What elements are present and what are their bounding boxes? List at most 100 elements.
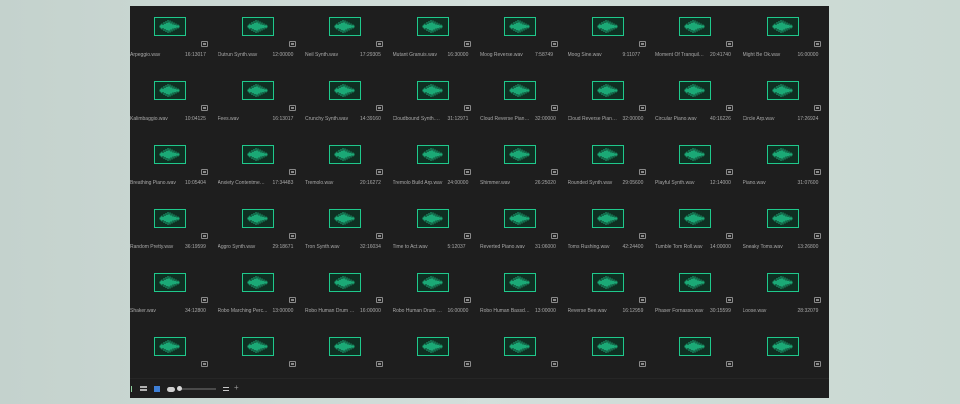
media-clip[interactable]: Tremolo Build Arp.wav 24:00000 bbox=[393, 134, 481, 198]
media-clip[interactable]: Robo Marching Perc... 13:00000 bbox=[218, 262, 306, 326]
media-clip[interactable]: Random Pretty.wav 36:19599 bbox=[130, 198, 218, 262]
waveform-thumbnail[interactable] bbox=[329, 209, 361, 228]
waveform-thumbnail[interactable] bbox=[591, 81, 624, 100]
media-clip[interactable]: Moog Reverse.wav 7:58749 bbox=[480, 6, 568, 70]
media-clip[interactable]: Time to Act.wav 5:12037 bbox=[393, 198, 481, 262]
waveform-thumbnail[interactable] bbox=[329, 81, 361, 100]
new-bin-icon[interactable]: + bbox=[234, 383, 239, 392]
waveform-thumbnail[interactable] bbox=[766, 145, 799, 164]
media-clip[interactable]: Playful Synth.wav 12:14000 bbox=[655, 134, 743, 198]
media-clip[interactable]: Loose.wav 28:32079 bbox=[743, 262, 830, 326]
waveform-thumbnail[interactable] bbox=[766, 81, 799, 100]
thumbnail-zoom-slider[interactable] bbox=[177, 386, 216, 391]
media-clip[interactable]: Robo Human Bassdr... 13:00000 bbox=[480, 262, 568, 326]
waveform-thumbnail[interactable] bbox=[679, 81, 711, 100]
media-clip[interactable]: Circular Piano.wav 40:16226 bbox=[655, 70, 743, 134]
media-clip[interactable]: Cloud Reverse Piano 2... 32:00000 bbox=[568, 70, 656, 134]
waveform-thumbnail[interactable] bbox=[504, 209, 536, 228]
media-clip[interactable]: Reverse Bee.wav 16:12959 bbox=[568, 262, 656, 326]
media-clip[interactable]: Neil Synth.wav 17:29305 bbox=[305, 6, 393, 70]
waveform-thumbnail[interactable] bbox=[766, 273, 799, 292]
waveform-thumbnail[interactable] bbox=[591, 337, 624, 356]
media-clip[interactable]: Shimmer.wav 26:25020 bbox=[480, 134, 568, 198]
media-clip[interactable]: Shaker.wav 34:12800 bbox=[130, 262, 218, 326]
waveform-icon bbox=[597, 148, 617, 161]
waveform-thumbnail[interactable] bbox=[154, 209, 186, 228]
waveform-thumbnail[interactable] bbox=[329, 17, 361, 36]
waveform-thumbnail[interactable] bbox=[241, 209, 274, 228]
waveform-thumbnail[interactable] bbox=[241, 337, 274, 356]
media-clip[interactable]: Aggro Synth.wav 29:18671 bbox=[218, 198, 306, 262]
media-clip[interactable]: Might Be Ok.wav 16:00000 bbox=[743, 6, 830, 70]
sort-icon[interactable] bbox=[167, 387, 175, 392]
media-clip[interactable]: Tremolo.wav 20:16272 bbox=[305, 134, 393, 198]
waveform-thumbnail[interactable] bbox=[241, 145, 274, 164]
waveform-thumbnail[interactable] bbox=[329, 337, 361, 356]
media-clip[interactable]: Kalimbaggio.wav 10:04125 bbox=[130, 70, 218, 134]
list-view-icon[interactable] bbox=[131, 386, 137, 392]
waveform-icon bbox=[772, 84, 792, 97]
waveform-thumbnail[interactable] bbox=[591, 273, 624, 292]
media-clip[interactable]: Mutant Granuis.wav 16:30000 bbox=[393, 6, 481, 70]
audio-type-icon bbox=[638, 233, 646, 239]
waveform-thumbnail[interactable] bbox=[766, 209, 799, 228]
waveform-thumbnail[interactable] bbox=[154, 145, 186, 164]
waveform-thumbnail[interactable] bbox=[766, 337, 799, 356]
media-clip[interactable]: Outrun Synth.wav 12:00000 bbox=[218, 6, 306, 70]
media-clip[interactable]: Crunchy Synth.wav 14:39160 bbox=[305, 70, 393, 134]
waveform-thumbnail[interactable] bbox=[504, 17, 536, 36]
media-clip[interactable]: Piano.wav 31:07600 bbox=[743, 134, 830, 198]
waveform-thumbnail[interactable] bbox=[416, 273, 449, 292]
waveform-thumbnail[interactable] bbox=[416, 337, 449, 356]
media-clip[interactable]: Robo Human Drum B... 16:00000 bbox=[393, 262, 481, 326]
freeform-view-icon[interactable] bbox=[154, 386, 160, 392]
waveform-thumbnail[interactable] bbox=[591, 209, 624, 228]
waveform-thumbnail[interactable] bbox=[766, 17, 799, 36]
media-clip[interactable]: Fees.wav 16:13017 bbox=[218, 70, 306, 134]
media-clip[interactable]: Reverted Piano.wav 31:06000 bbox=[480, 198, 568, 262]
audio-type-icon bbox=[376, 233, 383, 239]
waveform-thumbnail[interactable] bbox=[154, 337, 186, 356]
waveform-thumbnail[interactable] bbox=[679, 17, 711, 36]
media-clip[interactable]: Robo Human Drum S... 16:00000 bbox=[305, 262, 393, 326]
waveform-thumbnail[interactable] bbox=[416, 81, 449, 100]
meta-icon[interactable] bbox=[223, 386, 229, 392]
media-clip[interactable]: Breathing Piano.wav 10:05404 bbox=[130, 134, 218, 198]
waveform-thumbnail[interactable] bbox=[416, 209, 449, 228]
waveform-thumbnail[interactable] bbox=[504, 145, 536, 164]
media-clip[interactable]: Circle Arp.wav 17:26924 bbox=[743, 70, 830, 134]
media-clip[interactable]: Anxiety Contentment... 17:34483 bbox=[218, 134, 306, 198]
waveform-thumbnail[interactable] bbox=[504, 337, 536, 356]
media-clip[interactable]: Sneaky Toms.wav 13:26800 bbox=[743, 198, 830, 262]
media-clip[interactable]: Cloudbound Synth.wav 31:12971 bbox=[393, 70, 481, 134]
waveform-thumbnail[interactable] bbox=[591, 145, 624, 164]
waveform-thumbnail[interactable] bbox=[241, 17, 274, 36]
waveform-thumbnail[interactable] bbox=[679, 337, 711, 356]
waveform-thumbnail[interactable] bbox=[679, 273, 711, 292]
media-clip[interactable]: Toms Rushing.wav 42:24400 bbox=[568, 198, 656, 262]
waveform-thumbnail[interactable] bbox=[591, 17, 624, 36]
waveform-thumbnail[interactable] bbox=[154, 273, 186, 292]
waveform-thumbnail[interactable] bbox=[241, 81, 274, 100]
waveform-thumbnail[interactable] bbox=[329, 145, 361, 164]
waveform-thumbnail[interactable] bbox=[416, 17, 449, 36]
icon-view-icon[interactable] bbox=[140, 386, 147, 392]
media-clip[interactable]: Arpeggio.wav 16:13017 bbox=[130, 6, 218, 70]
media-clip[interactable]: Moog Sine.wav 9:11077 bbox=[568, 6, 656, 70]
media-clip[interactable]: Phaser Fornasso.wav 30:15599 bbox=[655, 262, 743, 326]
waveform-thumbnail[interactable] bbox=[679, 145, 711, 164]
media-clip[interactable]: Moment Of Tranquility.... 20:41740 bbox=[655, 6, 743, 70]
waveform-thumbnail[interactable] bbox=[329, 273, 361, 292]
media-clip[interactable]: Cloud Reverse Piano... 32:00000 bbox=[480, 70, 568, 134]
zoom-slider-handle[interactable] bbox=[177, 386, 182, 391]
media-clip[interactable]: Tron Synth.wav 32:16034 bbox=[305, 198, 393, 262]
media-clip[interactable]: Rounded Synth.wav 29:05600 bbox=[568, 134, 656, 198]
waveform-thumbnail[interactable] bbox=[679, 209, 711, 228]
waveform-thumbnail[interactable] bbox=[154, 17, 186, 36]
waveform-thumbnail[interactable] bbox=[504, 273, 536, 292]
waveform-thumbnail[interactable] bbox=[241, 273, 274, 292]
waveform-thumbnail[interactable] bbox=[416, 145, 449, 164]
waveform-thumbnail[interactable] bbox=[504, 81, 536, 100]
waveform-thumbnail[interactable] bbox=[154, 81, 186, 100]
media-clip[interactable]: Tumble Tom Roll.wav 14:00000 bbox=[655, 198, 743, 262]
